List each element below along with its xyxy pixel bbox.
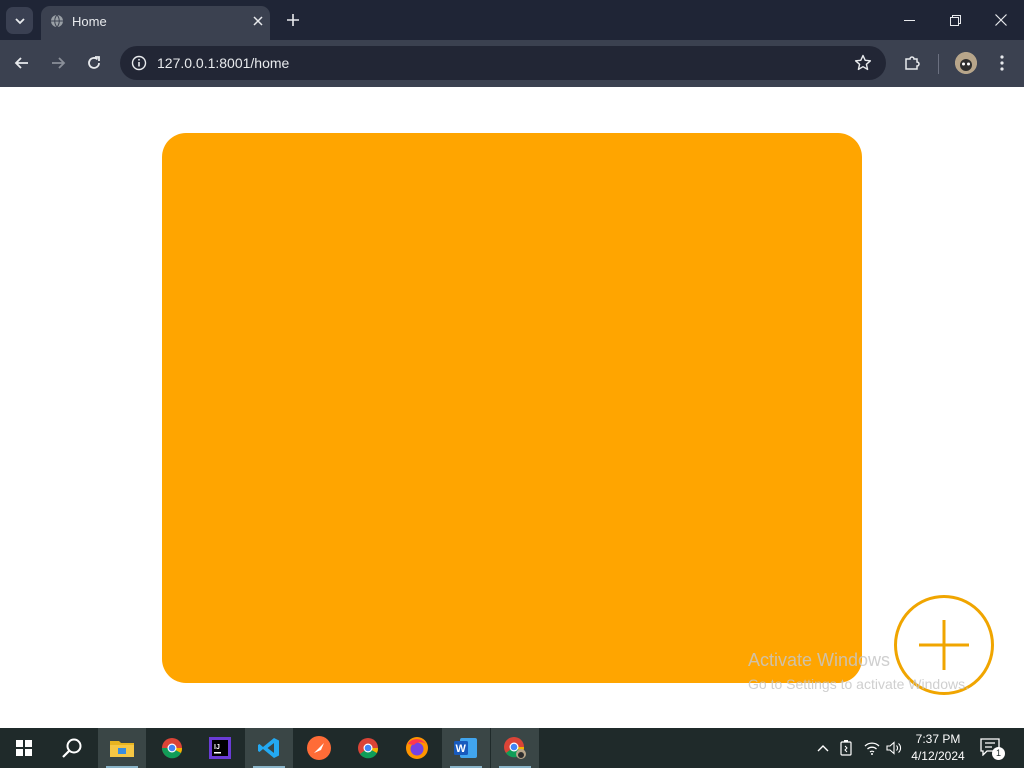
svg-text:W: W: [456, 743, 467, 755]
taskbar-search-button[interactable]: [48, 728, 96, 768]
tab-home[interactable]: Home: [41, 6, 270, 40]
site-info-button[interactable]: [126, 50, 152, 76]
chevron-up-icon: [817, 745, 829, 752]
start-button[interactable]: [0, 728, 48, 768]
reload-button[interactable]: [80, 49, 108, 77]
taskbar-vscode[interactable]: [245, 728, 293, 768]
orange-card: [162, 133, 862, 683]
svg-text:IJ: IJ: [214, 744, 220, 751]
taskbar-chrome-active[interactable]: [491, 728, 539, 768]
network-tray-button[interactable]: [862, 738, 882, 758]
taskbar-clock[interactable]: 7:37 PM 4/12/2024: [908, 731, 968, 765]
taskbar-chrome-2[interactable]: [344, 728, 392, 768]
firefox-icon: [406, 737, 428, 759]
url-text[interactable]: 127.0.0.1:8001/home: [157, 55, 289, 71]
profile-avatar-icon: [955, 52, 977, 74]
search-icon: [62, 738, 82, 758]
word-icon: W: [454, 738, 477, 758]
forward-button[interactable]: [44, 49, 72, 77]
minimize-icon: [903, 19, 915, 21]
browser-tab-strip: Home: [0, 0, 1024, 40]
chrome-icon: [162, 738, 183, 759]
wifi-icon: [864, 742, 880, 755]
arrow-right-icon: [52, 57, 66, 69]
taskbar-firefox[interactable]: [393, 728, 441, 768]
taskbar-intellij[interactable]: IJ: [196, 728, 244, 768]
clock-time: 7:37 PM: [915, 732, 961, 746]
toolbar-divider: [938, 54, 939, 74]
taskbar-chrome-1[interactable]: [148, 728, 196, 768]
plus-icon: [287, 14, 299, 26]
tab-close-button[interactable]: [249, 12, 267, 30]
tab-search-button[interactable]: [6, 7, 33, 34]
chrome-icon: [358, 738, 379, 759]
vscode-icon: [258, 738, 279, 758]
restore-icon: [949, 14, 961, 26]
browser-toolbar: 127.0.0.1:8001/home: [0, 40, 1024, 87]
plus-icon: [919, 620, 969, 670]
tab-title: Home: [72, 14, 107, 29]
close-icon: [253, 16, 263, 26]
star-icon: [854, 54, 872, 71]
back-button[interactable]: [8, 49, 36, 77]
file-explorer-icon: [110, 741, 134, 757]
puzzle-icon: [905, 56, 920, 70]
taskbar: IJ W 7:37 PM 4/12/2024 1: [0, 728, 1024, 768]
volume-tray-button[interactable]: [884, 738, 904, 758]
postman-icon: [307, 736, 331, 760]
bookmark-button[interactable]: [850, 50, 876, 76]
reload-icon: [88, 56, 100, 69]
notification-count-badge: 1: [992, 747, 1005, 760]
page-content: Activate Windows Go to Settings to activ…: [0, 87, 1024, 728]
browser-menu-button[interactable]: [988, 49, 1016, 77]
arrow-left-icon: [14, 57, 28, 69]
chrome-icon: [504, 737, 526, 759]
taskbar-postman[interactable]: [295, 728, 343, 768]
clock-date: 4/12/2024: [911, 749, 965, 763]
minimize-button[interactable]: [886, 0, 932, 40]
notification-center-button[interactable]: 1: [980, 738, 1005, 760]
add-button[interactable]: [894, 595, 994, 695]
windows-logo-icon: [16, 740, 32, 756]
kebab-menu-icon: [1000, 55, 1004, 71]
battery-icon: [840, 740, 852, 756]
chevron-down-icon: [14, 17, 25, 24]
close-window-button[interactable]: [978, 0, 1024, 40]
new-tab-button[interactable]: [281, 8, 305, 32]
globe-icon: [51, 14, 63, 28]
extensions-button[interactable]: [898, 49, 926, 77]
info-icon: [131, 55, 147, 71]
intellij-icon: IJ: [209, 737, 231, 759]
taskbar-word[interactable]: W: [442, 728, 490, 768]
address-bar[interactable]: 127.0.0.1:8001/home: [120, 46, 886, 80]
avatar[interactable]: [955, 52, 977, 74]
taskbar-file-explorer[interactable]: [98, 728, 146, 768]
speaker-icon: [886, 741, 901, 755]
show-hidden-icons-button[interactable]: [813, 738, 833, 758]
close-icon: [995, 14, 1007, 26]
restore-button[interactable]: [932, 0, 978, 40]
battery-tray-button[interactable]: [837, 738, 857, 758]
